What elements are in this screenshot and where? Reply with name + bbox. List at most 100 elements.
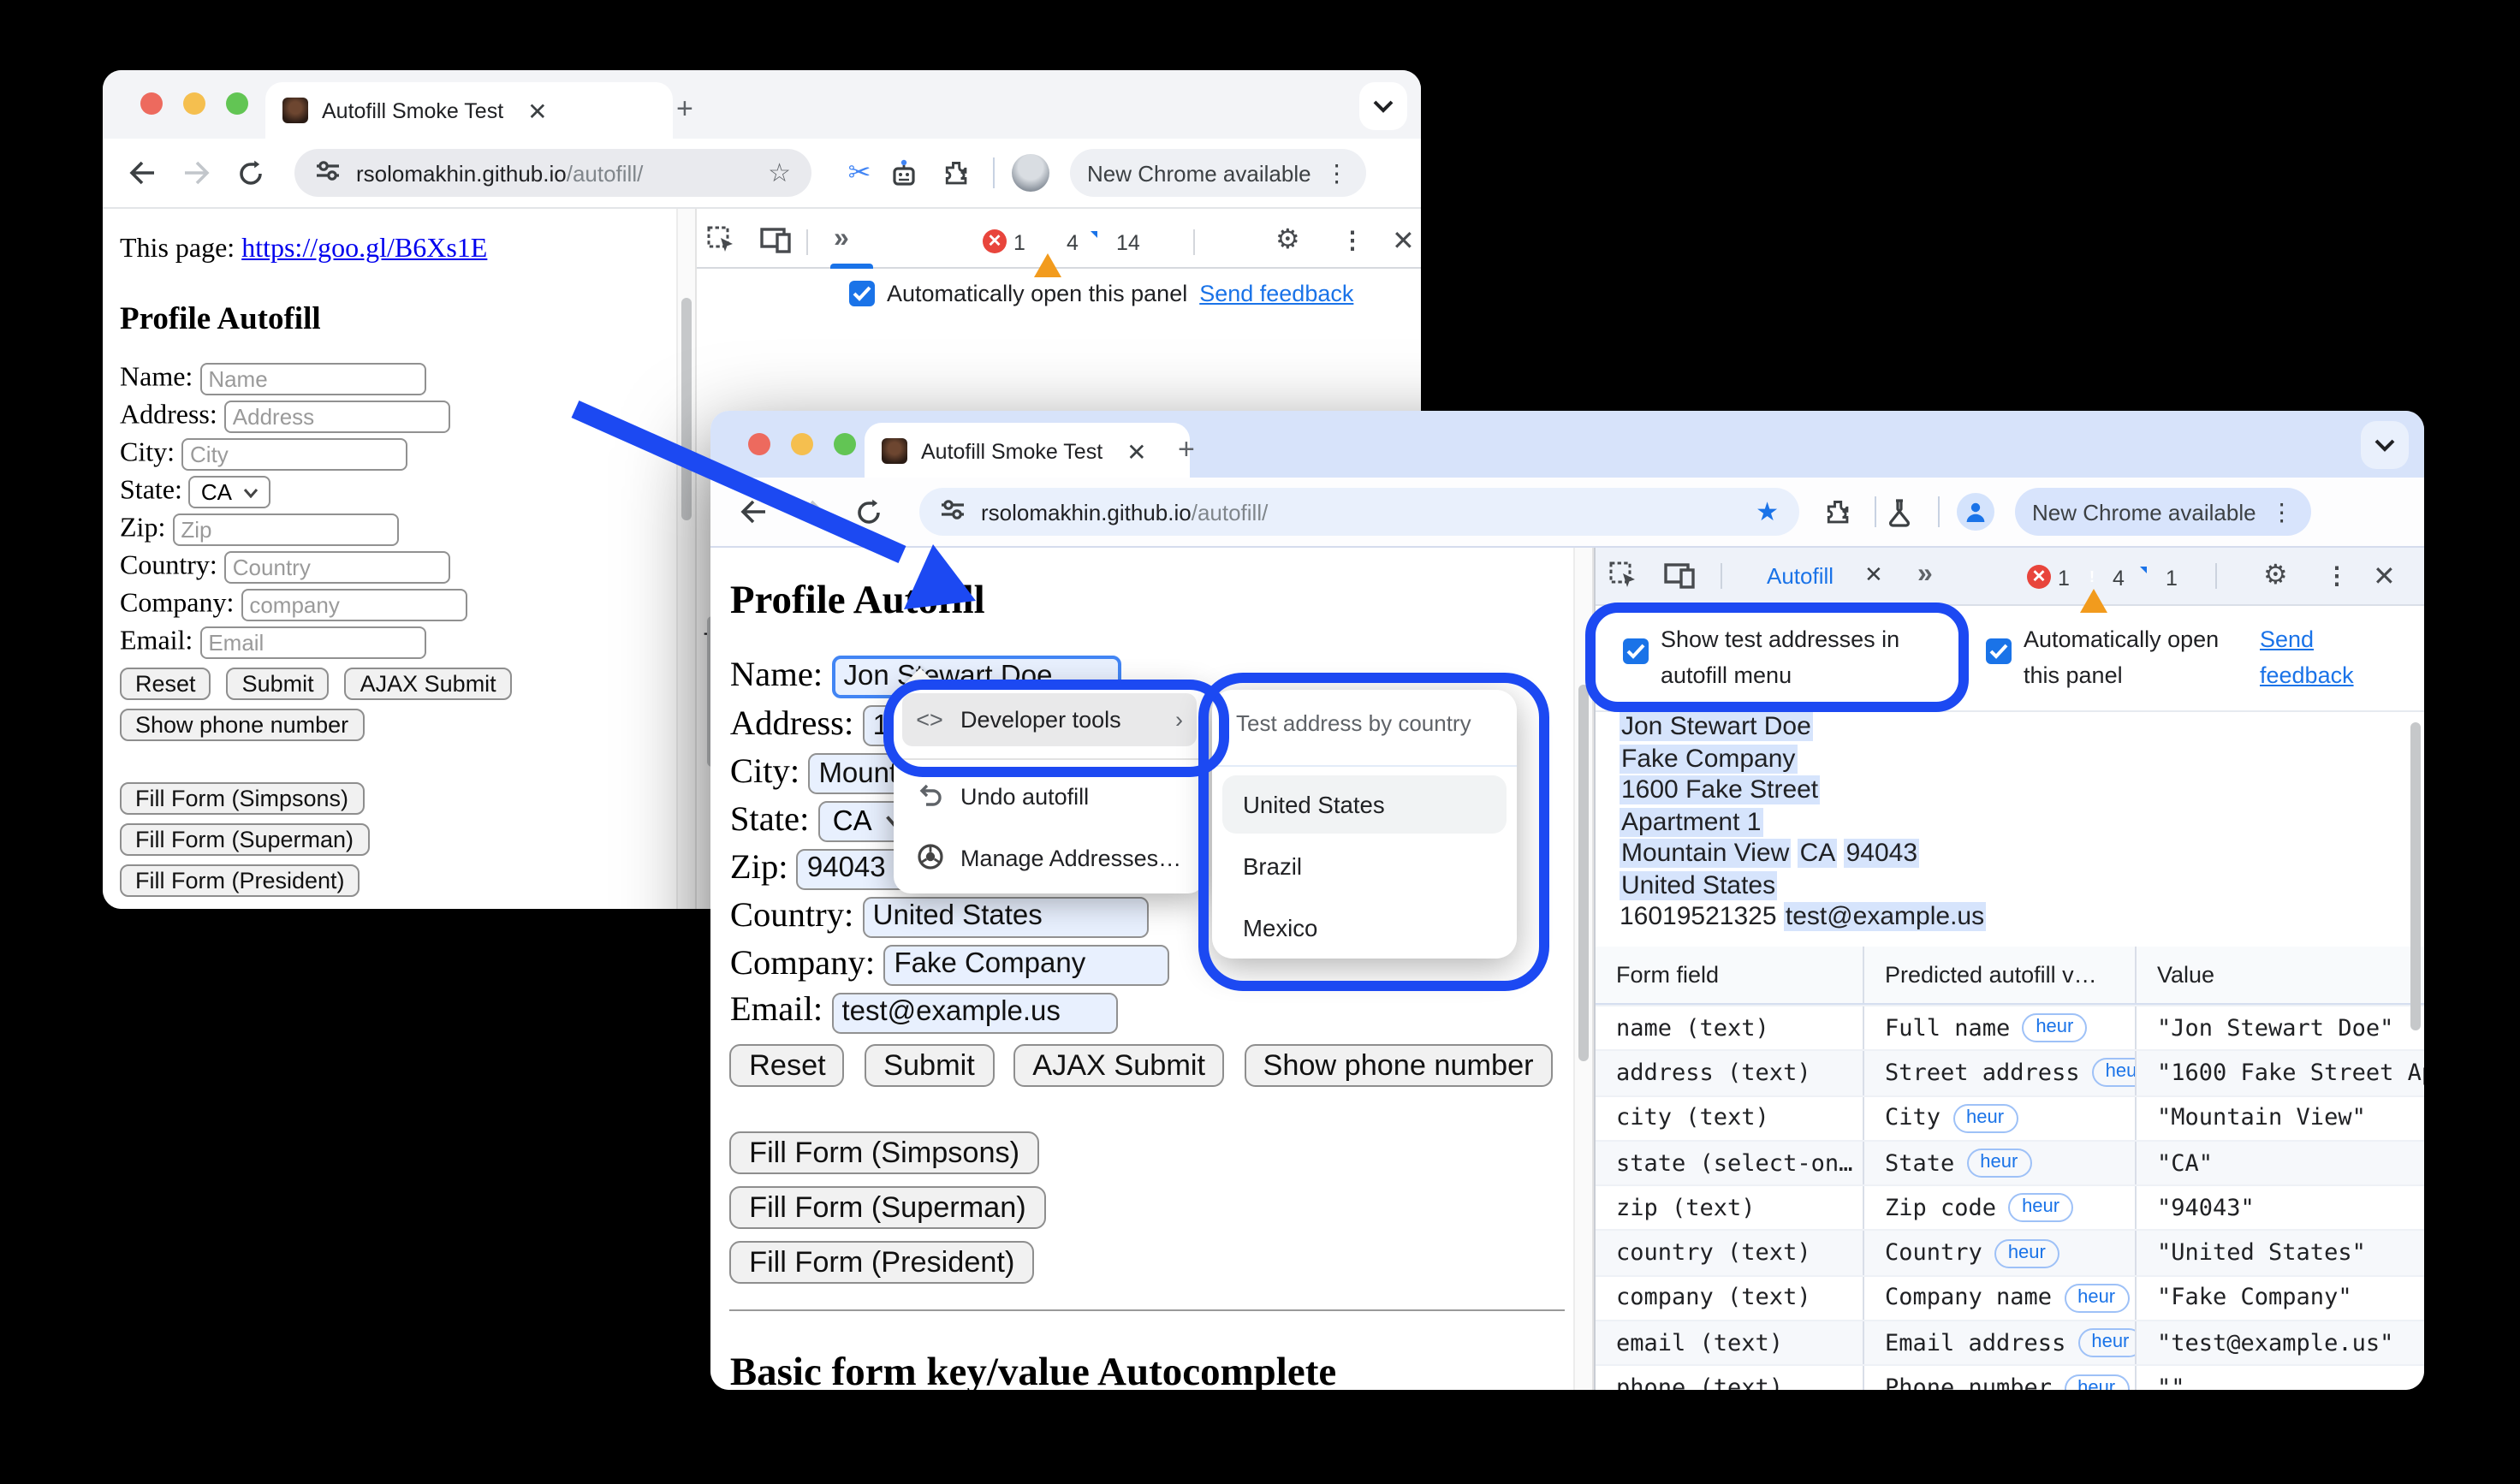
table-row[interactable]: zip (text) Zip code heur "94043" <box>1596 1184 2424 1230</box>
error-count[interactable]: 1 <box>1013 231 1025 255</box>
close-window-button[interactable] <box>140 92 163 115</box>
tab-close-icon[interactable]: ✕ <box>1126 439 1146 463</box>
reload-icon[interactable] <box>236 158 277 187</box>
devtools-scrollbar-thumb[interactable] <box>2410 722 2421 1030</box>
new-tab-button[interactable]: + <box>1178 435 1195 464</box>
devtools-settings-icon[interactable]: ⚙ <box>1275 223 1300 257</box>
send-feedback-link[interactable]: Send feedback <box>1199 281 1353 306</box>
reset-button[interactable]: Reset <box>120 668 211 700</box>
close-window-button[interactable] <box>748 433 770 455</box>
company-input[interactable] <box>241 589 467 621</box>
city-input[interactable] <box>181 438 408 471</box>
browser-menu-icon[interactable]: ⋮ <box>1325 158 1349 187</box>
profile-avatar[interactable] <box>1957 493 1994 531</box>
table-row[interactable]: email (text) Email address heur "test@exa… <box>1596 1320 2424 1365</box>
table-row[interactable]: name (text) Full name heur "Jon Stewart D… <box>1596 1005 2424 1050</box>
reset-button[interactable]: Reset <box>729 1043 845 1088</box>
table-row[interactable]: address (text) Street addressheur "1600 … <box>1596 1049 2424 1095</box>
url-text[interactable]: rsolomakhin.github.io/autofill/ <box>981 499 1268 525</box>
browser-tab[interactable]: Autofill Smoke Test ✕ <box>865 423 1190 479</box>
traffic-lights[interactable] <box>748 433 856 455</box>
message-count[interactable]: 14 <box>1116 231 1140 255</box>
traffic-lights[interactable] <box>140 92 248 115</box>
scissors-extension-icon[interactable]: ✂ <box>839 156 880 190</box>
zip-input[interactable] <box>172 513 399 546</box>
page-scrollbar[interactable] <box>1573 548 1594 1390</box>
browser-menu-icon[interactable]: ⋮ <box>2270 497 2294 526</box>
browser-tab[interactable]: Autofill Smoke Test ✕ <box>265 82 673 139</box>
inspect-icon[interactable] <box>1609 561 1638 591</box>
zoom-window-button[interactable] <box>834 433 856 455</box>
name-input[interactable] <box>199 363 426 395</box>
table-row[interactable]: state (select-one) State heur "CA" <box>1596 1139 2424 1185</box>
company-input[interactable] <box>883 945 1170 986</box>
fill-form-president-button[interactable]: Fill Form (President) <box>120 864 360 897</box>
update-chrome-button[interactable]: New Chrome available ⋮ <box>2015 488 2311 536</box>
submit-button[interactable]: Submit <box>226 668 330 700</box>
table-row[interactable]: company (text) Company name heur "Fake Co… <box>1596 1274 2424 1321</box>
extensions-puzzle-icon[interactable] <box>942 158 983 187</box>
update-chrome-button[interactable]: New Chrome available ⋮ <box>1070 149 1366 197</box>
url-text[interactable]: rsolomakhin.github.io/autofill/ <box>356 160 643 186</box>
menu-item-manage-addresses[interactable]: Manage Addresses… <box>902 832 1197 885</box>
country-input[interactable] <box>862 897 1149 938</box>
address-input[interactable] <box>223 401 450 433</box>
address-bar[interactable]: rsolomakhin.github.io/autofill/ ★ <box>919 488 1799 536</box>
fill-form-superman-button[interactable]: Fill Form (Superman) <box>729 1185 1045 1230</box>
devtools-close-icon[interactable]: ✕ <box>1392 224 1415 258</box>
country-input[interactable] <box>223 551 450 584</box>
device-toolbar-icon[interactable] <box>760 226 791 253</box>
more-tabs-icon[interactable]: » <box>834 224 849 255</box>
email-input[interactable] <box>831 992 1118 1034</box>
error-badge-icon[interactable]: ✕ <box>983 229 1007 253</box>
show-test-addresses-checkbox[interactable] <box>1623 638 1649 664</box>
submenu-item-brazil[interactable]: Brazil <box>1222 837 1507 895</box>
show-phone-button[interactable]: Show phone number <box>120 709 365 741</box>
ajax-submit-button[interactable]: AJAX Submit <box>344 668 512 700</box>
site-settings-icon[interactable] <box>940 498 966 525</box>
device-toolbar-icon[interactable] <box>1664 561 1695 589</box>
email-input[interactable] <box>199 626 426 659</box>
tab-search-chevron-icon[interactable] <box>1359 82 1407 130</box>
scrollbar-thumb[interactable] <box>1578 685 1588 1061</box>
message-count[interactable]: 1 <box>2166 567 2178 591</box>
warning-badge-icon[interactable] <box>1034 229 1061 277</box>
site-settings-icon[interactable] <box>315 159 341 187</box>
inspect-icon[interactable] <box>707 226 736 255</box>
auto-open-checkbox[interactable] <box>849 281 875 306</box>
submit-button[interactable]: Submit <box>864 1043 995 1088</box>
new-tab-button[interactable]: + <box>676 94 693 123</box>
table-row[interactable]: city (text) City heur "Mountain View" <box>1596 1095 2424 1140</box>
submenu-item-united-states[interactable]: United States <box>1222 775 1507 834</box>
autofill-tab-close-icon[interactable]: ✕ <box>1864 561 1883 589</box>
send-feedback-link[interactable]: Send feedback <box>2260 621 2397 693</box>
address-bar[interactable]: rsolomakhin.github.io/autofill/ ☆ <box>294 149 811 197</box>
warning-count[interactable]: 4 <box>2113 567 2125 591</box>
minimize-window-button[interactable] <box>183 92 205 115</box>
profile-avatar[interactable] <box>1012 154 1049 192</box>
devtools-menu-icon[interactable]: ⋮ <box>1340 226 1364 255</box>
auto-open-checkbox[interactable] <box>1986 638 2012 664</box>
goo-gl-link[interactable]: https://goo.gl/B6Xs1E <box>241 234 487 264</box>
more-tabs-icon[interactable]: » <box>1917 560 1933 591</box>
tab-autofill[interactable]: Autofill <box>1767 563 1834 589</box>
tab-close-icon[interactable]: ✕ <box>527 98 547 122</box>
menu-item-undo-autofill[interactable]: Undo autofill <box>902 770 1197 823</box>
forward-icon[interactable] <box>181 159 223 187</box>
table-row[interactable]: phone (text) Phone number heur "" <box>1596 1364 2424 1390</box>
reload-icon[interactable] <box>854 497 895 526</box>
robot-extension-icon[interactable] <box>890 158 931 187</box>
warning-badge-icon[interactable] <box>2080 565 2107 613</box>
table-row[interactable]: country (text) Country heur "United State… <box>1596 1229 2424 1275</box>
extensions-puzzle-icon[interactable] <box>1823 497 1864 526</box>
show-test-addresses-option[interactable]: Show test addresses in autofill menu <box>1623 621 1958 693</box>
warning-count[interactable]: 4 <box>1067 231 1079 255</box>
devtools-settings-icon[interactable]: ⚙ <box>2263 558 2288 592</box>
zoom-window-button[interactable] <box>226 92 248 115</box>
fill-form-simpsons-button[interactable]: Fill Form (Simpsons) <box>729 1131 1039 1175</box>
devtools-menu-icon[interactable]: ⋮ <box>2325 561 2349 591</box>
error-badge-icon[interactable]: ✕ <box>2027 565 2051 589</box>
bookmark-star-filled-icon[interactable]: ★ <box>1756 496 1779 527</box>
minimize-window-button[interactable] <box>791 433 813 455</box>
tab-search-chevron-icon[interactable] <box>2361 421 2409 469</box>
